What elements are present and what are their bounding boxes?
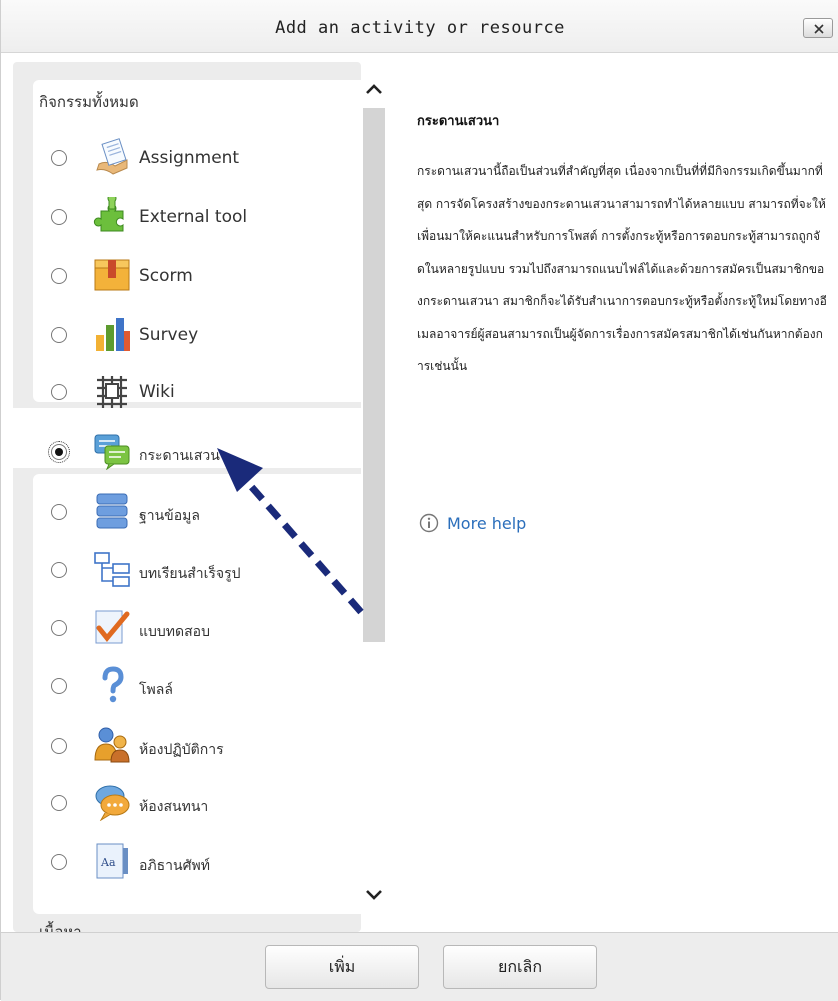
activity-radio-external-tool[interactable]	[51, 209, 67, 225]
more-help-text: More help	[447, 514, 527, 533]
forum-icon	[94, 434, 130, 470]
lesson-icon	[94, 552, 130, 587]
activity-chooser-dialog: Add an activity or resource กิจกรรมทั้งห…	[0, 0, 838, 1001]
database-icon	[96, 493, 128, 529]
glossary-icon: Aa	[96, 843, 128, 879]
activity-list-panel: กิจกรรมทั้งหมด Assignment External tool …	[13, 62, 361, 932]
dialog-footer: เพิ่ม ยกเลิก	[1, 932, 838, 1001]
activity-item-poll[interactable]: โพลล์	[33, 658, 361, 714]
activity-radio-workshop[interactable]	[51, 738, 67, 754]
package-icon	[94, 259, 130, 291]
activity-radio-chat[interactable]	[51, 795, 67, 811]
activity-item-quiz[interactable]: แบบทดสอบ	[33, 600, 361, 656]
activity-item-workshop[interactable]: ห้องปฏิบัติการ	[33, 718, 361, 774]
description-title: กระดานเสวนา	[417, 114, 500, 129]
activity-description: กระดานเสวนา กระดานเสวนานี้ถือเป็นส่วนที่…	[417, 110, 827, 383]
chevron-down-icon[interactable]	[365, 888, 383, 902]
chat-icon	[95, 785, 130, 821]
activity-label-glossary: อภิธานศัพท์	[139, 858, 210, 874]
wiki-icon	[97, 376, 127, 408]
activity-item-lesson[interactable]: บทเรียนสำเร็จรูป	[33, 542, 361, 598]
dialog-title: Add an activity or resource	[275, 18, 565, 38]
cancel-button[interactable]: ยกเลิก	[443, 945, 597, 989]
assignment-icon	[96, 138, 128, 175]
activity-label-quiz: แบบทดสอบ	[139, 624, 210, 640]
activity-item-forum[interactable]: กระดานเสวนา	[33, 424, 361, 480]
activity-label-scorm: Scorm	[139, 266, 193, 286]
activity-label-poll: โพลล์	[139, 682, 173, 698]
activity-label-chat: ห้องสนทนา	[139, 799, 209, 815]
scrollbar-thumb[interactable]	[363, 108, 385, 642]
activity-item-database[interactable]: ฐานข้อมูล	[33, 484, 361, 540]
activity-radio-scorm[interactable]	[51, 268, 67, 284]
activity-list[interactable]: กิจกรรมทั้งหมด Assignment External tool …	[13, 62, 361, 932]
close-icon	[814, 24, 824, 34]
activity-label-wiki: Wiki	[139, 382, 175, 402]
activity-item-assignment[interactable]: Assignment	[33, 130, 361, 186]
puzzle-icon	[93, 197, 124, 232]
activity-radio-glossary[interactable]	[51, 854, 67, 870]
activity-radio-assignment[interactable]	[51, 150, 67, 166]
activity-radio-survey[interactable]	[51, 327, 67, 343]
activity-radio-quiz[interactable]	[51, 620, 67, 636]
add-button[interactable]: เพิ่ม	[265, 945, 419, 989]
activity-radio-wiki[interactable]	[51, 384, 67, 400]
dialog-header: Add an activity or resource	[1, 0, 838, 53]
info-icon	[419, 513, 439, 533]
section-title-all-activities: กิจกรรมทั้งหมด	[39, 93, 139, 111]
description-body: กระดานเสวนานี้ถือเป็นส่วนที่สำคัญที่สุด …	[417, 164, 827, 373]
activity-item-external-tool[interactable]: External tool	[33, 189, 361, 245]
activity-item-survey[interactable]: Survey	[33, 307, 361, 363]
activity-item-wiki[interactable]: Wiki	[33, 364, 361, 420]
svg-text:Aa: Aa	[100, 856, 116, 869]
activity-item-chat[interactable]: ห้องสนทนา	[33, 775, 361, 831]
activity-label-assignment: Assignment	[139, 148, 240, 168]
activity-label-database: ฐานข้อมูล	[139, 508, 200, 524]
activity-radio-database[interactable]	[51, 504, 67, 520]
bar-chart-icon	[96, 318, 130, 351]
activity-label-forum: กระดานเสวนา	[139, 448, 228, 464]
close-button[interactable]	[803, 18, 833, 38]
activity-item-scorm[interactable]: Scorm	[33, 248, 361, 304]
section-title-content: เนื้อหา	[39, 923, 82, 932]
activity-label-workshop: ห้องปฏิบัติการ	[139, 742, 224, 758]
activity-label-lesson: บทเรียนสำเร็จรูป	[139, 566, 241, 582]
activity-radio-poll[interactable]	[51, 678, 67, 694]
quiz-icon	[95, 610, 130, 644]
question-icon	[102, 666, 124, 703]
activity-item-glossary[interactable]: Aa อภิธานศัพท์	[33, 834, 361, 890]
activity-radio-forum[interactable]	[48, 441, 70, 463]
chevron-up-icon[interactable]	[365, 82, 383, 96]
list-scrollbar[interactable]	[361, 74, 387, 932]
activity-label-survey: Survey	[139, 325, 199, 345]
activity-label-external-tool: External tool	[139, 207, 248, 227]
activity-radio-lesson[interactable]	[51, 562, 67, 578]
workshop-icon	[94, 727, 130, 763]
